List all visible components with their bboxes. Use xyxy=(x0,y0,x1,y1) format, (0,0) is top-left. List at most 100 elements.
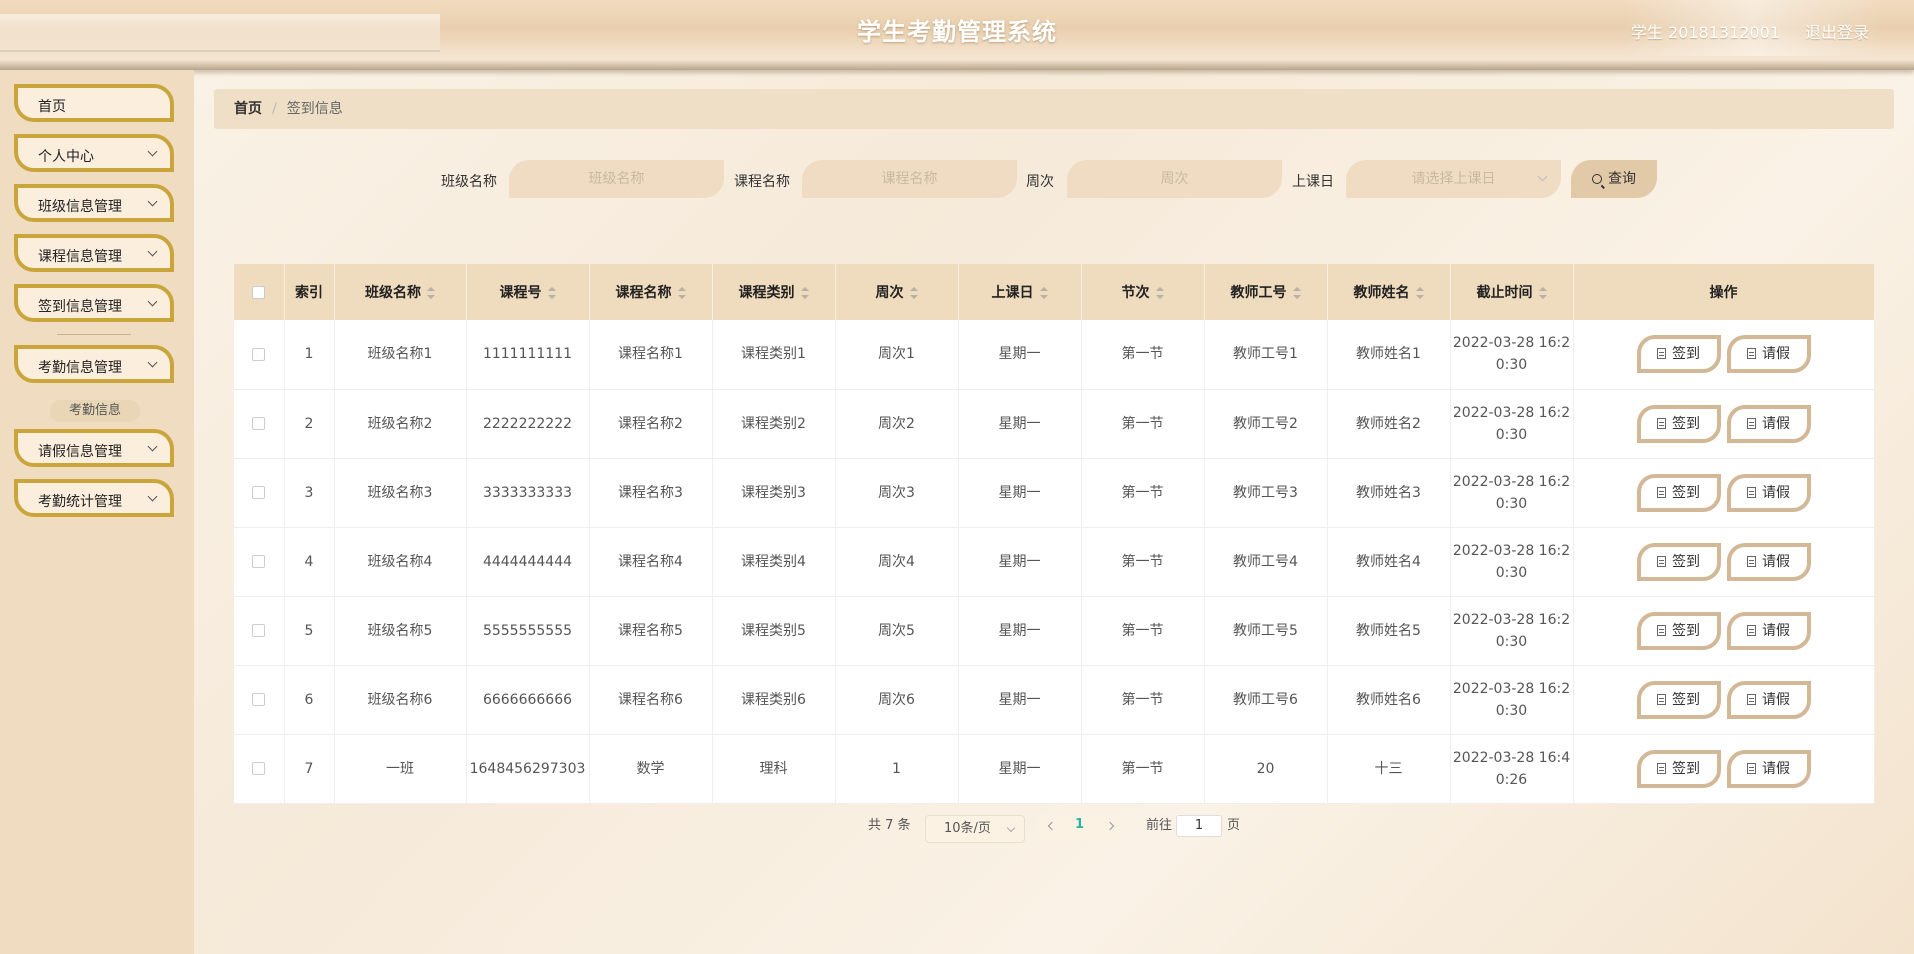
breadcrumb-separator: / xyxy=(272,101,277,117)
sign-in-button[interactable]: 签到 xyxy=(1636,611,1721,650)
next-page-icon[interactable] xyxy=(1105,821,1115,831)
chevron-down-icon xyxy=(147,246,158,257)
leave-request-button[interactable]: 请假 xyxy=(1726,611,1811,650)
row-checkbox[interactable] xyxy=(252,417,266,430)
sidebar-item-signin-management[interactable]: 签到信息管理 xyxy=(14,284,174,322)
cell-course-no: 2222222222 xyxy=(466,389,590,459)
sidebar-item-label: 课程信息管理 xyxy=(38,249,122,265)
cell-class-day: 星期一 xyxy=(958,665,1082,735)
leave-request-button[interactable]: 请假 xyxy=(1726,749,1811,788)
table-row: 7 一班 1648456297303 数学 理科 1 星期一 第一节 20 十三 2022-03-2… xyxy=(234,734,1875,804)
cell-teacher-id: 教师工号3 xyxy=(1204,458,1328,528)
sign-in-button[interactable]: 签到 xyxy=(1636,473,1721,512)
cell-teacher-id: 教师工号4 xyxy=(1204,527,1328,597)
select-all-checkbox[interactable] xyxy=(252,285,266,299)
sidebar-item-label: 个人中心 xyxy=(38,149,94,165)
week-input[interactable] xyxy=(1067,160,1282,198)
leave-request-button[interactable]: 请假 xyxy=(1726,680,1811,719)
column-header-course-type[interactable]: 课程类别 xyxy=(712,264,836,320)
cell-class-name: 班级名称2 xyxy=(334,389,467,459)
sidebar-item-attendance-statistics[interactable]: 考勤统计管理 xyxy=(14,479,174,517)
class-name-input[interactable] xyxy=(509,160,724,198)
sort-icon[interactable] xyxy=(909,287,918,299)
cell-teacher-name: 教师姓名4 xyxy=(1327,527,1451,597)
class-day-select[interactable] xyxy=(1346,160,1561,198)
sign-in-button[interactable]: 签到 xyxy=(1636,404,1721,443)
page-size-select[interactable]: 10条/页 xyxy=(925,815,1025,843)
sort-icon[interactable] xyxy=(1155,287,1164,299)
course-name-input[interactable] xyxy=(802,160,1017,198)
row-select-cell xyxy=(234,665,285,735)
column-header-course-no[interactable]: 课程号 xyxy=(466,264,590,320)
sort-icon[interactable] xyxy=(1039,287,1048,299)
sort-icon[interactable] xyxy=(547,287,556,299)
column-header-class-name[interactable]: 班级名称 xyxy=(334,264,467,320)
row-checkbox[interactable] xyxy=(252,624,266,637)
signin-table: 索引 班级名称 课程号 课程名称 课程类别 周次 上课日 节次 教师工号 教师姓… xyxy=(234,264,1875,804)
leave-request-button[interactable]: 请假 xyxy=(1726,404,1811,443)
sign-in-button[interactable]: 签到 xyxy=(1636,680,1721,719)
sidebar-item-course-management[interactable]: 课程信息管理 xyxy=(14,234,174,272)
sort-icon[interactable] xyxy=(677,287,686,299)
row-checkbox[interactable] xyxy=(252,486,266,499)
page-number[interactable]: 1 xyxy=(1075,817,1084,832)
leave-request-button[interactable]: 请假 xyxy=(1726,473,1811,512)
column-header-week[interactable]: 周次 xyxy=(835,264,959,320)
sidebar-item-label: 请假信息管理 xyxy=(38,444,122,460)
breadcrumb-home[interactable]: 首页 xyxy=(234,101,262,117)
action-label: 请假 xyxy=(1762,346,1790,363)
pagination-total: 共 7 条 xyxy=(868,818,911,833)
cell-deadline: 2022-03-28 16:20:30 xyxy=(1450,665,1574,735)
cell-teacher-name: 教师姓名2 xyxy=(1327,389,1451,459)
goto-page-input[interactable]: 1 xyxy=(1176,815,1222,837)
column-header-deadline[interactable]: 截止时间 xyxy=(1450,264,1574,320)
row-checkbox[interactable] xyxy=(252,762,266,775)
cell-class-day: 星期一 xyxy=(958,596,1082,666)
sidebar-item-attendance-management[interactable]: 考勤信息管理 xyxy=(14,345,174,383)
action-label: 请假 xyxy=(1762,760,1790,777)
column-header-teacher-id[interactable]: 教师工号 xyxy=(1204,264,1328,320)
search-button[interactable]: 查询 xyxy=(1571,160,1657,198)
sort-icon[interactable] xyxy=(1292,287,1301,299)
sign-in-button[interactable]: 签到 xyxy=(1636,335,1721,374)
sidebar-item-leave-management[interactable]: 请假信息管理 xyxy=(14,429,174,467)
leave-request-button[interactable]: 请假 xyxy=(1726,542,1811,581)
document-icon xyxy=(1657,693,1666,705)
sidebar-item-personal-center[interactable]: 个人中心 xyxy=(14,134,174,172)
leave-request-button[interactable]: 请假 xyxy=(1726,335,1811,374)
document-icon xyxy=(1747,348,1756,360)
cell-period: 第一节 xyxy=(1081,665,1205,735)
action-label: 签到 xyxy=(1672,484,1700,501)
page-size-value: 10条/页 xyxy=(944,821,991,836)
row-checkbox[interactable] xyxy=(252,693,266,706)
row-checkbox[interactable] xyxy=(252,555,266,568)
cell-class-day: 星期一 xyxy=(958,320,1082,390)
column-header-course-name[interactable]: 课程名称 xyxy=(589,264,713,320)
column-header-class-day[interactable]: 上课日 xyxy=(958,264,1082,320)
cell-course-type: 课程类别3 xyxy=(712,458,836,528)
sidebar-item-home[interactable]: 首页 xyxy=(14,84,174,122)
cell-index: 6 xyxy=(284,665,335,735)
sort-icon[interactable] xyxy=(427,287,435,299)
sort-icon[interactable] xyxy=(1415,287,1424,299)
sign-in-button[interactable]: 签到 xyxy=(1636,542,1721,581)
sort-icon[interactable] xyxy=(800,287,809,299)
search-icon xyxy=(1592,174,1602,184)
cell-course-type: 课程类别1 xyxy=(712,320,836,390)
logout-link[interactable]: 退出登录 xyxy=(1805,19,1869,43)
cell-teacher-id: 教师工号2 xyxy=(1204,389,1328,459)
cell-period: 第一节 xyxy=(1081,734,1205,804)
table-header-row: 索引 班级名称 课程号 课程名称 课程类别 周次 上课日 节次 教师工号 教师姓… xyxy=(234,264,1875,320)
prev-page-icon[interactable] xyxy=(1047,821,1057,831)
cell-course-no: 6666666666 xyxy=(466,665,590,735)
column-header-teacher-name[interactable]: 教师姓名 xyxy=(1327,264,1451,320)
cell-deadline: 2022-03-28 16:20:30 xyxy=(1450,320,1574,390)
sidebar-subitem-attendance-info[interactable]: 考勤信息 xyxy=(50,400,140,422)
sign-in-button[interactable]: 签到 xyxy=(1636,749,1721,788)
row-checkbox[interactable] xyxy=(252,347,266,361)
chevron-down-icon xyxy=(147,357,158,368)
cell-week: 周次5 xyxy=(835,596,959,666)
sidebar-item-class-management[interactable]: 班级信息管理 xyxy=(14,184,174,222)
sort-icon[interactable] xyxy=(1538,287,1547,299)
column-header-period[interactable]: 节次 xyxy=(1081,264,1205,320)
